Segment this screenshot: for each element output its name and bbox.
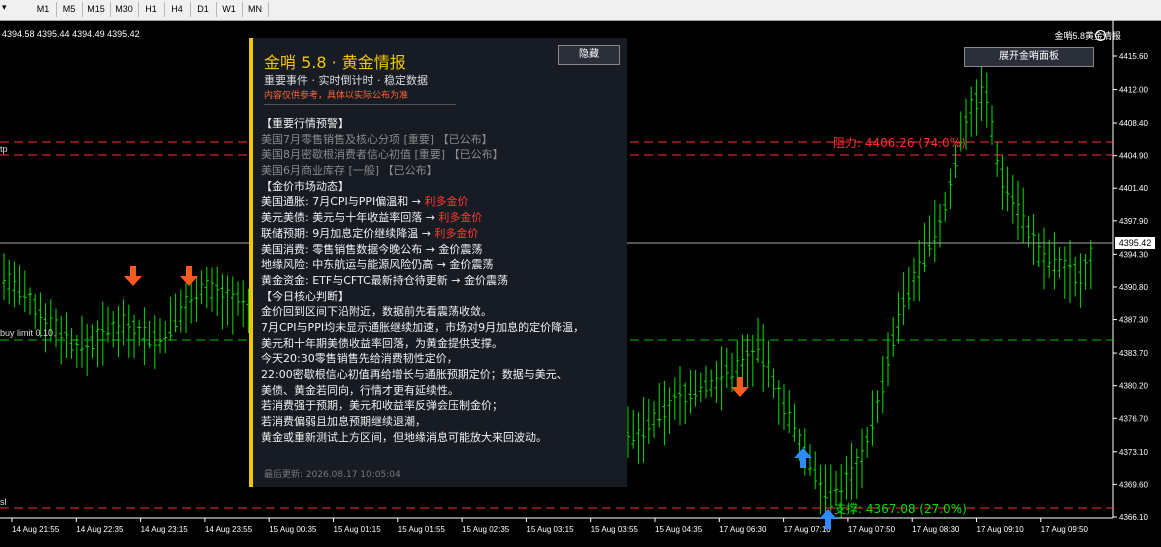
section-market-heading: 【金价市场动态】 bbox=[261, 179, 349, 193]
support-label: 支撑: 4367.08 (27.0%) bbox=[834, 502, 967, 516]
buy-limit-label: buy limit 0.10 bbox=[0, 328, 54, 338]
timeframe-m1[interactable]: M1 bbox=[30, 2, 57, 17]
panel-divider bbox=[264, 104, 456, 105]
panel-body: 【重要行情预警】 美国7月零售销售及核心分项 [重要] 【已公布】 美国8月密歇… bbox=[261, 116, 631, 445]
buy-arrow-icon bbox=[794, 448, 812, 468]
price-tick-label: 4401.40 bbox=[1119, 184, 1148, 193]
timeframe-m30[interactable]: M30 bbox=[110, 2, 139, 17]
time-tick-label: 14 Aug 21:55 bbox=[12, 525, 60, 534]
sl-label: sl bbox=[0, 497, 7, 507]
market-item: 美国通胀: 7月CPI与PPI偏温和 → 利多金价 bbox=[261, 195, 469, 209]
judgement-line: 今天20:30零售销售先给消费韧性定价， bbox=[261, 352, 458, 366]
price-tick-label: 4387.30 bbox=[1119, 316, 1148, 325]
time-tick-label: 15 Aug 00:35 bbox=[269, 525, 317, 534]
hide-button[interactable]: 隐藏 bbox=[558, 45, 620, 65]
market-item: 黄金资金: ETF与CFTC最新持仓待更新 → 金价震荡 bbox=[261, 273, 508, 287]
panel-warning: 内容仅供参考，具体以实际公布为准 bbox=[264, 91, 409, 101]
ohlc-readout: 4394.58 4395.44 4394.49 4395.42 bbox=[2, 29, 140, 39]
panel-title: 金哨 5.8 · 黄金情报 bbox=[264, 53, 406, 72]
timeframe-m5[interactable]: M5 bbox=[56, 2, 83, 17]
judgement-line: 若消费偏弱且加息预期继续退潮， bbox=[261, 415, 426, 429]
last-updated: 最后更新: 2026.08.17 10:05:04 bbox=[264, 470, 401, 480]
price-tick-label: 4383.70 bbox=[1119, 349, 1148, 358]
judgement-line: 22:00密歇根信心初值再给增长与通胀预期定价；数据与美元、 bbox=[261, 368, 568, 381]
time-tick-label: 15 Aug 03:15 bbox=[526, 525, 574, 534]
time-tick-label: 17 Aug 09:50 bbox=[1041, 525, 1089, 534]
chart-symbol-title: 金哨5.8黄金情报 bbox=[1054, 31, 1121, 41]
section-alerts-heading: 【重要行情预警】 bbox=[261, 117, 349, 130]
sell-arrow-icon bbox=[124, 266, 142, 286]
time-tick-label: 15 Aug 01:55 bbox=[398, 525, 446, 534]
timeframe-w1[interactable]: W1 bbox=[216, 2, 243, 17]
price-tick-label: 4412.00 bbox=[1119, 86, 1148, 95]
alert-item: 美国7月零售销售及核心分项 [重要] 【已公布】 bbox=[261, 132, 493, 146]
expand-panel-button[interactable]: 展开金哨面板 bbox=[964, 47, 1094, 67]
price-tick-label: 4373.10 bbox=[1119, 448, 1148, 457]
time-tick-label: 17 Aug 09:10 bbox=[977, 525, 1025, 534]
timeframe-mn[interactable]: MN bbox=[242, 2, 269, 17]
time-tick-label: 17 Aug 06:30 bbox=[719, 525, 767, 534]
time-tick-label: 15 Aug 02:35 bbox=[462, 525, 510, 534]
current-price-box: 4395.42 bbox=[1115, 237, 1155, 249]
price-tick-label: 4390.80 bbox=[1119, 283, 1148, 292]
info-panel: 金哨 5.8 · 黄金情报 隐藏 重要事件 · 实时倒计时 · 稳定数据 内容仅… bbox=[249, 38, 627, 487]
time-tick-label: 17 Aug 07:50 bbox=[848, 525, 896, 534]
price-tick-label: 4376.70 bbox=[1119, 414, 1148, 423]
judgement-line: 美元和十年期美债收益率回落，为黄金提供支撑。 bbox=[261, 336, 503, 350]
alert-item: 美国6月商业库存 [一般] 【已公布】 bbox=[261, 164, 438, 178]
time-tick-label: 14 Aug 23:55 bbox=[205, 525, 253, 534]
price-tick-label: 4394.30 bbox=[1119, 250, 1148, 259]
time-tick-label: 17 Aug 07:10 bbox=[784, 525, 832, 534]
time-tick-label: 15 Aug 03:55 bbox=[591, 525, 639, 534]
time-tick-label: 14 Aug 22:35 bbox=[76, 525, 124, 534]
market-item: 地缘风险: 中东航运与能源风险仍高 → 金价震荡 bbox=[261, 258, 494, 272]
price-tick-label: 4366.10 bbox=[1119, 513, 1148, 522]
market-item: 联储预期: 9月加息定价继续降温 → 利多金价 bbox=[261, 226, 479, 240]
judgement-line: 若消费强于预期，美元和收益率反弹会压制金价； bbox=[261, 399, 503, 413]
judgement-line: 7月CPI与PPI均未显示通胀继续加速，市场对9月加息的定价降温， bbox=[261, 320, 585, 334]
time-tick-label: 17 Aug 08:30 bbox=[912, 525, 960, 534]
timeframe-toolbar: ▾ M1 M5 M15 M30 H1 H4 D1 W1 MN bbox=[0, 0, 1161, 21]
timeframe-d1[interactable]: D1 bbox=[190, 2, 217, 17]
time-tick-label: 15 Aug 01:15 bbox=[334, 525, 382, 534]
timeframe-m15[interactable]: M15 bbox=[82, 2, 111, 17]
judgement-line: 黄金或重新测试上方区间，但地缘消息可能放大来回波动。 bbox=[261, 430, 547, 444]
section-judgement-heading: 【今日核心判断】 bbox=[261, 289, 349, 303]
price-tick-label: 4380.20 bbox=[1119, 382, 1148, 391]
market-item: 美元美债: 美元与十年收益率回落 → 利多金价 bbox=[261, 211, 483, 225]
resistance-label: 阻力: 4406.26 (74.0%) bbox=[833, 136, 966, 150]
tp-label: tp bbox=[0, 144, 8, 154]
judgement-line: 美债、黄金若同向，行情才更有延续性。 bbox=[261, 383, 459, 397]
dropdown-arrow-icon[interactable]: ▾ bbox=[2, 3, 7, 13]
judgement-line: 金价回到区间下沿附近，数据前先看震荡收敛。 bbox=[261, 305, 492, 319]
panel-subtitle: 重要事件 · 实时倒计时 · 稳定数据 bbox=[264, 74, 428, 87]
price-tick-label: 4415.60 bbox=[1119, 52, 1148, 61]
sell-arrow-icon bbox=[180, 266, 198, 286]
sell-arrow-icon bbox=[731, 377, 749, 397]
price-tick-label: 4369.60 bbox=[1119, 480, 1148, 489]
timeframe-h4[interactable]: H4 bbox=[164, 2, 191, 17]
alert-item: 美国8月密歇根消费者信心初值 [重要] 【已公布】 bbox=[261, 148, 504, 162]
market-item: 美国消费: 零售销售数据今晚公布 → 金价震荡 bbox=[261, 242, 483, 256]
price-tick-label: 4404.90 bbox=[1119, 152, 1148, 161]
price-tick-label: 4408.40 bbox=[1119, 119, 1148, 128]
time-tick-label: 15 Aug 04:35 bbox=[655, 525, 703, 534]
price-tick-label: 4397.90 bbox=[1119, 217, 1148, 226]
timeframe-h1[interactable]: H1 bbox=[138, 2, 165, 17]
time-tick-label: 14 Aug 23:15 bbox=[141, 525, 189, 534]
